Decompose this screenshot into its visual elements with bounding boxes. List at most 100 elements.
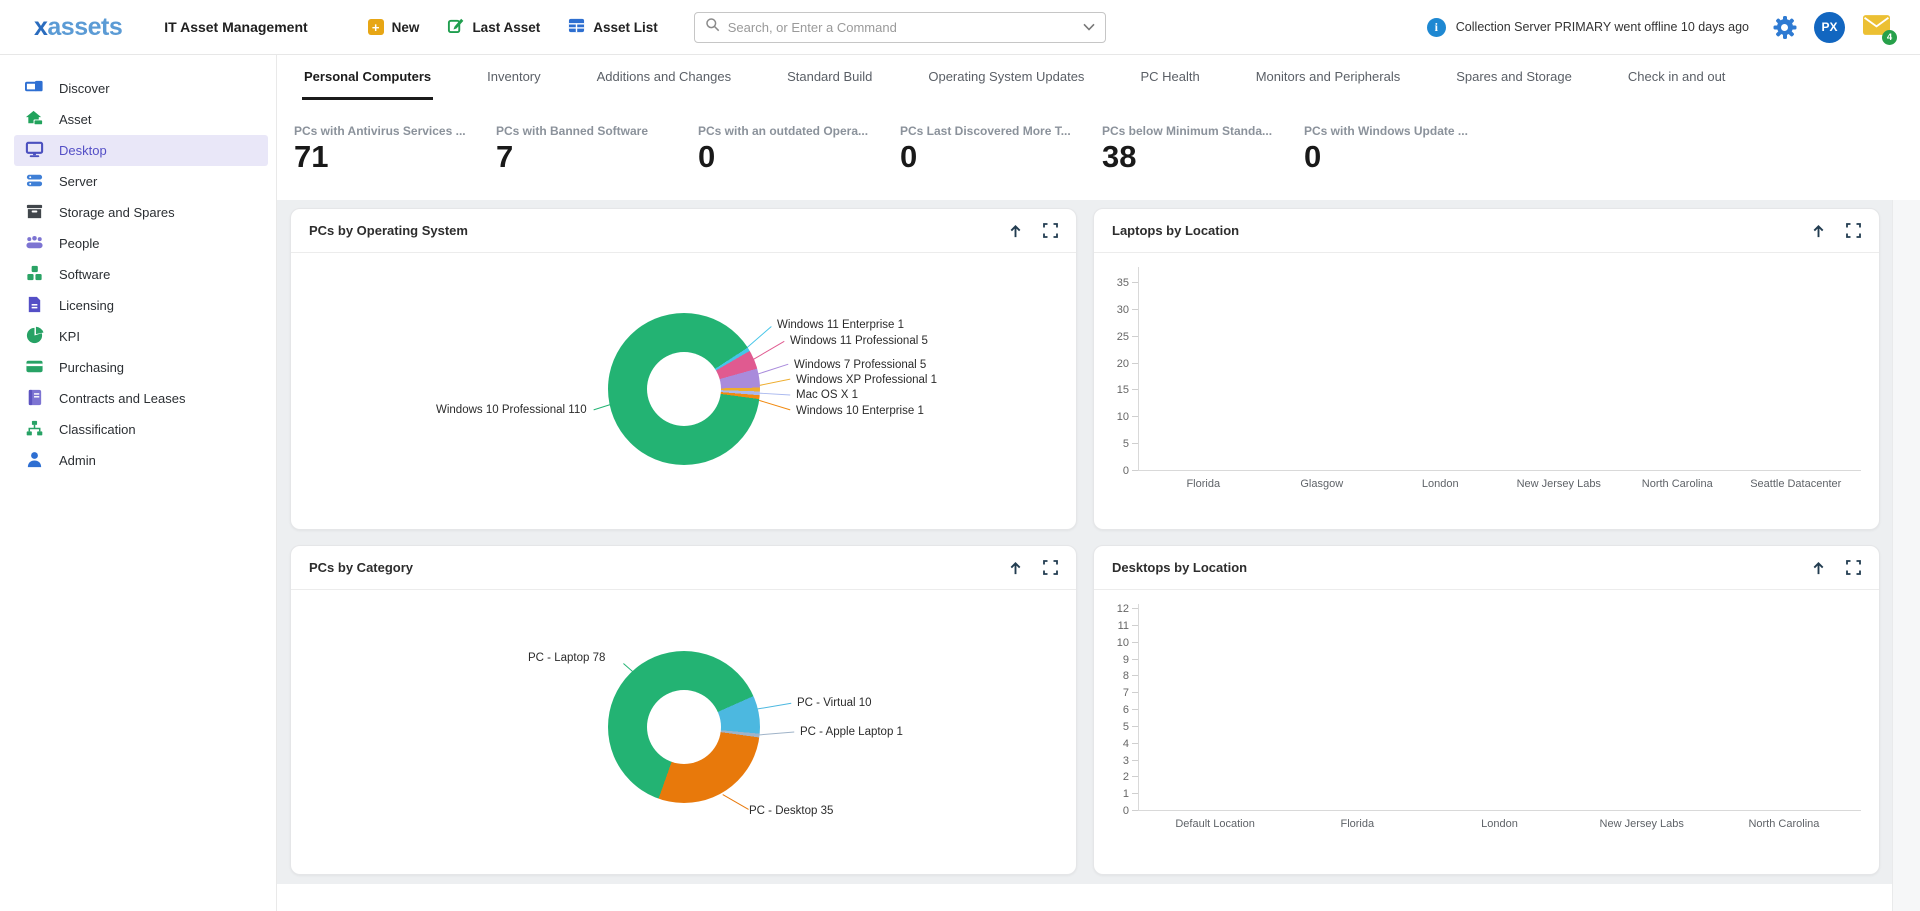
slice-label-pc-virtual: PC - Virtual 10	[797, 697, 872, 709]
user-avatar[interactable]: PX	[1814, 12, 1845, 43]
y-tick-label: 5	[1123, 438, 1129, 450]
tab-additions-and-changes[interactable]: Additions and Changes	[595, 55, 733, 100]
export-up-arrow-icon[interactable]	[1008, 223, 1023, 239]
kpi-banned-software[interactable]: PCs with Banned Software 7	[496, 124, 698, 200]
table-icon	[568, 17, 585, 37]
x-axis-label: North Carolina	[1618, 478, 1737, 490]
x-axis-labels: Default LocationFloridaLondonNew Jersey …	[1138, 818, 1861, 830]
kpi-label: PCs with an outdated Opera...	[698, 124, 900, 138]
sidebar-label: People	[59, 236, 99, 251]
sidebar-item-admin[interactable]: Admin	[14, 445, 268, 476]
notification[interactable]: i Collection Server PRIMARY went offline…	[1427, 18, 1749, 37]
card-title: Desktops by Location	[1112, 560, 1247, 575]
topbar: xassets IT Asset Management + New Last A…	[0, 0, 1920, 55]
kpi-pie-icon	[25, 326, 44, 348]
expand-icon[interactable]	[1846, 223, 1861, 238]
new-button[interactable]: + New	[368, 19, 420, 35]
os-donut[interactable]	[608, 313, 760, 465]
sidebar-label: Contracts and Leases	[59, 391, 185, 406]
kpi-windows-update[interactable]: PCs with Windows Update ... 0	[1304, 124, 1506, 200]
y-tick-label: 30	[1117, 304, 1129, 316]
kpi-antivirus[interactable]: PCs with Antivirus Services ... 71	[294, 124, 496, 200]
card-desktops-by-location: Desktops by Location 0123456789101112 De…	[1093, 545, 1880, 875]
contracts-book-icon	[25, 388, 44, 410]
sidebar-item-discover[interactable]: Discover	[14, 73, 268, 104]
expand-icon[interactable]	[1043, 223, 1058, 238]
kpi-below-minimum-standard[interactable]: PCs below Minimum Standa... 38	[1102, 124, 1304, 200]
kpi-outdated-os[interactable]: PCs with an outdated Opera... 0	[698, 124, 900, 200]
sidebar-label: Licensing	[59, 298, 114, 313]
last-asset-button[interactable]: Last Asset	[447, 17, 540, 37]
y-tick-label: 12	[1117, 603, 1129, 615]
desktop-monitor-icon	[25, 140, 44, 162]
expand-icon[interactable]	[1043, 560, 1058, 575]
sidebar-item-server[interactable]: Server	[14, 166, 268, 197]
y-axis: 0123456789101112	[1104, 604, 1138, 811]
sidebar-item-desktop[interactable]: Desktop	[14, 135, 268, 166]
tab-check-in-and-out[interactable]: Check in and out	[1626, 55, 1728, 100]
export-up-arrow-icon[interactable]	[1811, 560, 1826, 576]
search-input[interactable]	[728, 20, 1083, 35]
sidebar-item-contracts-and-leases[interactable]: Contracts and Leases	[14, 383, 268, 414]
kpi-last-discovered[interactable]: PCs Last Discovered More T... 0	[900, 124, 1102, 200]
tab-monitors-and-peripherals[interactable]: Monitors and Peripherals	[1254, 55, 1403, 100]
sidebar-label: Server	[59, 174, 97, 189]
sidebar-item-kpi[interactable]: KPI	[14, 321, 268, 352]
classification-tree-icon	[25, 419, 44, 441]
tab-personal-computers[interactable]: Personal Computers	[302, 55, 433, 100]
sidebar-item-purchasing[interactable]: Purchasing	[14, 352, 268, 383]
tab-standard-build[interactable]: Standard Build	[785, 55, 874, 100]
sidebar-item-classification[interactable]: Classification	[14, 414, 268, 445]
sidebar-item-people[interactable]: People	[14, 228, 268, 259]
page-bottom-whitespace	[277, 884, 1920, 911]
tab-inventory[interactable]: Inventory	[485, 55, 542, 100]
x-axis-label: Florida	[1144, 478, 1263, 490]
card-title: PCs by Operating System	[309, 223, 468, 238]
kpi-value: 71	[294, 141, 496, 172]
expand-icon[interactable]	[1846, 560, 1861, 575]
settings-gear-icon[interactable]	[1773, 16, 1796, 39]
slice-label-mac-os-x: Mac OS X 1	[796, 389, 858, 401]
category-donut[interactable]	[608, 651, 760, 803]
sidebar-label: Classification	[59, 422, 136, 437]
x-axis-label: London	[1428, 818, 1570, 830]
kpi-value: 0	[698, 141, 900, 172]
x-axis-label: Default Location	[1144, 818, 1286, 830]
sidebar-item-software[interactable]: Software	[14, 259, 268, 290]
sidebar-label: Software	[59, 267, 110, 282]
tab-operating-system-updates[interactable]: Operating System Updates	[926, 55, 1086, 100]
plot-area	[1138, 604, 1861, 811]
dashboard-cards: PCs by Operating System	[277, 200, 1920, 884]
asset-list-button[interactable]: Asset List	[568, 17, 658, 37]
y-axis: 05101520253035	[1104, 267, 1138, 471]
slice-label-pc-apple-laptop: PC - Apple Laptop 1	[800, 726, 903, 738]
kpi-row: PCs with Antivirus Services ... 71 PCs w…	[277, 100, 1920, 200]
export-up-arrow-icon[interactable]	[1008, 560, 1023, 576]
slice-label-windows-11-enterprise: Windows 11 Enterprise 1	[777, 319, 904, 331]
mail-button[interactable]: 4	[1863, 15, 1890, 40]
y-tick-label: 10	[1117, 411, 1129, 423]
plot-area	[1138, 267, 1861, 471]
xassets-logo: xassets	[34, 13, 122, 42]
sidebar-label: Discover	[59, 81, 110, 96]
slice-label-windows-10-enterprise: Windows 10 Enterprise 1	[796, 405, 924, 417]
tab-spares-and-storage[interactable]: Spares and Storage	[1454, 55, 1574, 100]
sidebar-label: Asset	[59, 112, 92, 127]
search-icon	[705, 17, 720, 37]
export-up-arrow-icon[interactable]	[1811, 223, 1826, 239]
y-tick-label: 15	[1117, 384, 1129, 396]
tab-pc-health[interactable]: PC Health	[1138, 55, 1201, 100]
sidebar-item-licensing[interactable]: Licensing	[14, 290, 268, 321]
y-tick-label: 4	[1123, 738, 1129, 750]
sidebar-item-storage-and-spares[interactable]: Storage and Spares	[14, 197, 268, 228]
kpi-label: PCs Last Discovered More T...	[900, 124, 1102, 138]
app-title: IT Asset Management	[164, 19, 307, 35]
x-axis-label: New Jersey Labs	[1571, 818, 1713, 830]
new-button-label: New	[392, 20, 420, 35]
chevron-down-icon[interactable]	[1083, 18, 1095, 36]
command-search[interactable]	[694, 12, 1106, 43]
sidebar-item-asset[interactable]: Asset	[14, 104, 268, 135]
category-donut-chart-area: PC - Laptop 78 PC - Virtual 10 PC - Appl…	[291, 590, 1076, 874]
card-laptops-by-location: Laptops by Location 05101520253035 Flori…	[1093, 208, 1880, 530]
storage-box-icon	[25, 202, 44, 224]
